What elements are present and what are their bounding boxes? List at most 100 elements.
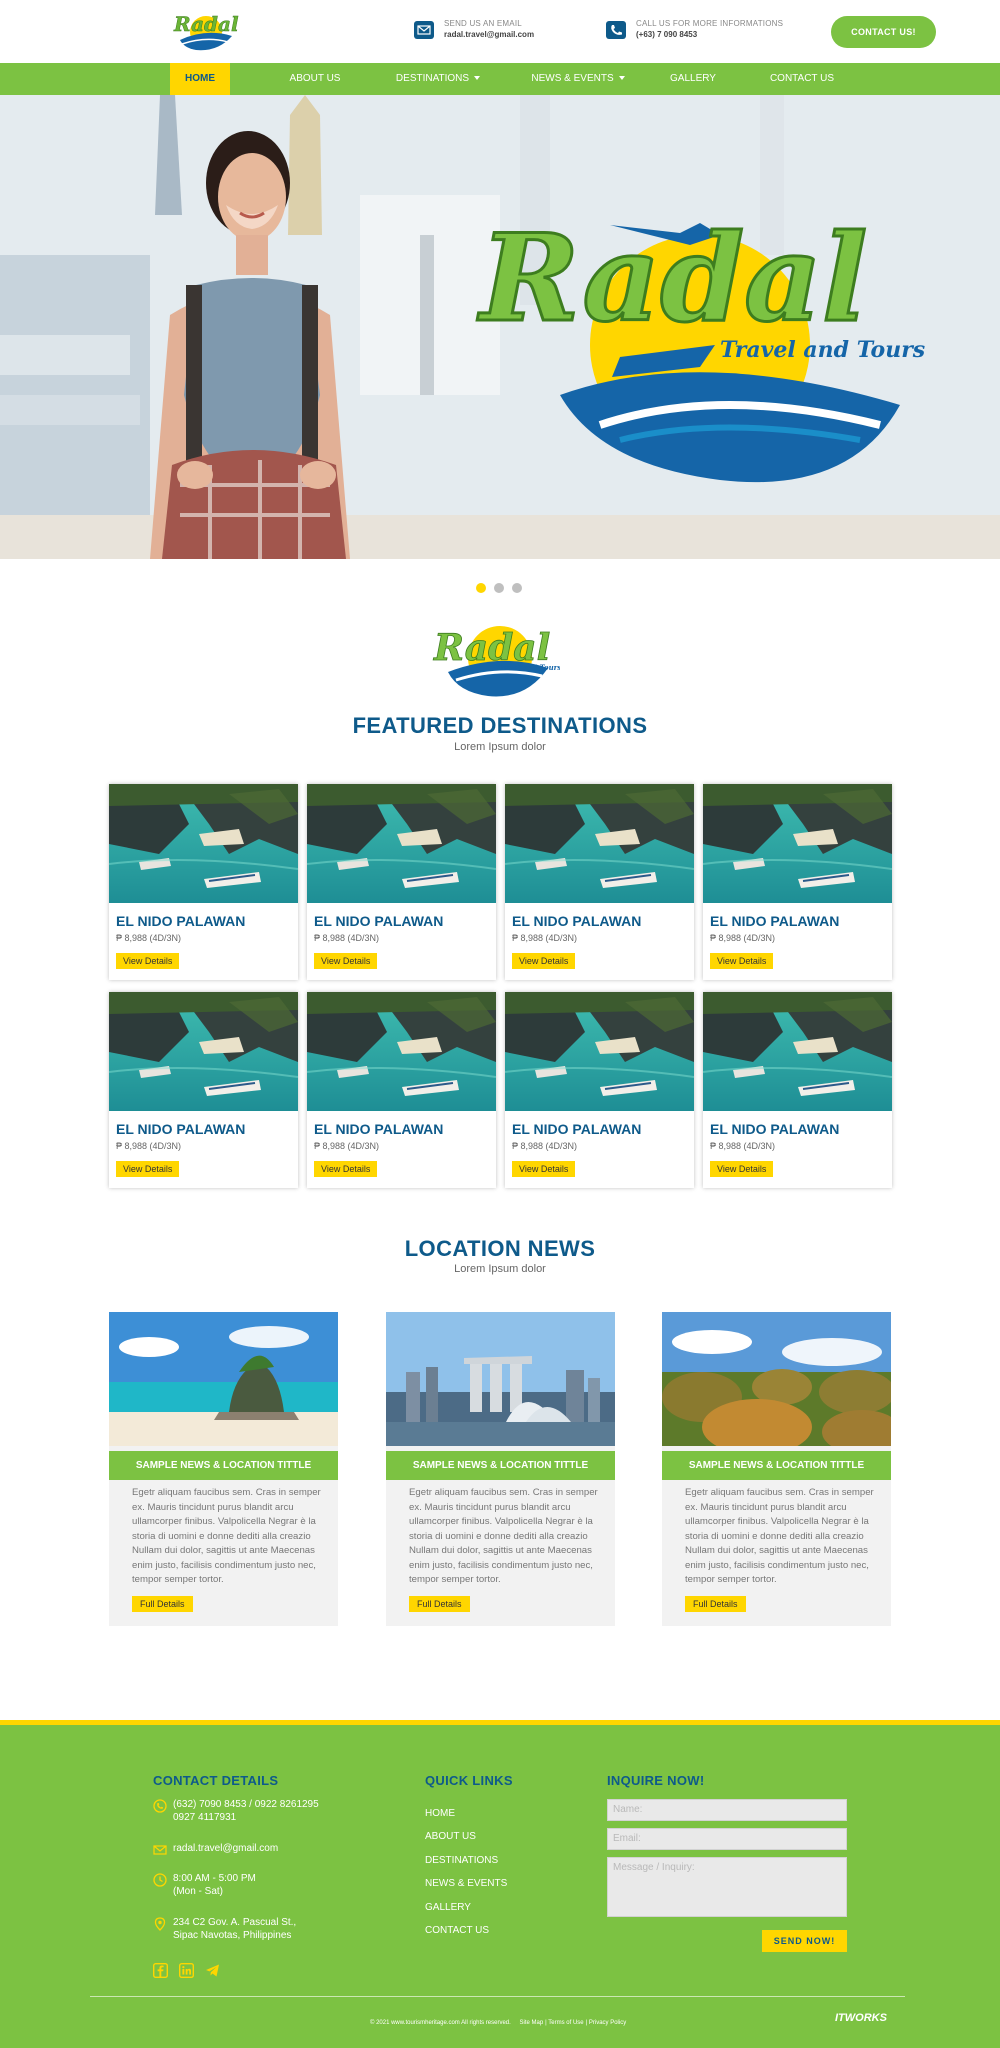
destination-card[interactable]: EL NIDO PALAWAN ₱ 8,988 (4D/3N) View Det… xyxy=(109,992,298,1188)
contact-us-button[interactable]: CONTACT US! xyxy=(831,16,936,48)
email-value[interactable]: radal.travel@gmail.com xyxy=(444,29,534,41)
destination-image xyxy=(109,784,298,903)
footer-email: radal.travel@gmail.com xyxy=(153,1842,278,1857)
address-line-2: Sipac Navotas, Philippines xyxy=(173,1930,292,1941)
contact-details-heading: CONTACT DETAILS xyxy=(153,1773,279,1788)
main-nav: HOME ABOUT US DESTINATIONS NEWS & EVENTS… xyxy=(0,63,1000,95)
footer-link-destinations[interactable]: DESTINATIONS xyxy=(425,1855,498,1866)
destination-card[interactable]: EL NIDO PALAWAN ₱ 8,988 (4D/3N) View Det… xyxy=(505,992,694,1188)
destination-image xyxy=(307,992,496,1111)
inquire-heading: INQUIRE NOW! xyxy=(607,1773,705,1788)
footer-link-home[interactable]: HOME xyxy=(425,1808,455,1819)
destination-price: ₱ 8,988 (4D/3N) xyxy=(710,933,776,943)
hero-slider[interactable]: Radal Travel and Tours xyxy=(0,95,1000,559)
footer-link-news-events[interactable]: NEWS & EVENTS xyxy=(425,1878,507,1889)
featured-title: FEATURED DESTINATIONS xyxy=(352,713,648,738)
footer-link-gallery[interactable]: GALLERY xyxy=(425,1902,471,1913)
footer-email-value[interactable]: radal.travel@gmail.com xyxy=(173,1842,278,1855)
email-contact[interactable]: SEND US AN EMAIL radal.travel@gmail.com xyxy=(414,18,534,41)
phone-value[interactable]: (+63) 7 090 8453 xyxy=(636,29,783,41)
email-label: SEND US AN EMAIL xyxy=(444,19,522,28)
news-card[interactable]: SAMPLE NEWS & LOCATION TITTLE Egetr aliq… xyxy=(386,1312,615,1626)
news-card-title[interactable]: SAMPLE NEWS & LOCATION TITTLE xyxy=(662,1451,891,1480)
view-details-button[interactable]: View Details xyxy=(314,953,378,969)
message-field[interactable]: Message / Inquiry: xyxy=(607,1857,847,1917)
nav-news-events-label: NEWS & EVENTS xyxy=(531,73,614,84)
footer-link-contact-us[interactable]: CONTACT US xyxy=(425,1925,489,1936)
name-field[interactable]: Name: xyxy=(607,1799,847,1821)
developer-logo[interactable]: ITWORKS xyxy=(835,2012,887,2024)
mail-icon xyxy=(153,1845,167,1855)
site-map-link[interactable]: Site Map xyxy=(519,2020,543,2026)
phone-icon xyxy=(153,1799,167,1813)
phone-contact[interactable]: CALL US FOR MORE INFORMATIONS (+63) 7 09… xyxy=(606,18,783,41)
footer-hours: 8:00 AM - 5:00 PM (Mon - Sat) xyxy=(153,1872,256,1898)
telegram-icon[interactable] xyxy=(205,1963,220,1978)
destination-card[interactable]: EL NIDO PALAWAN ₱ 8,988 (4D/3N) View Det… xyxy=(307,992,496,1188)
nav-home[interactable]: HOME xyxy=(170,63,230,95)
view-details-button[interactable]: View Details xyxy=(710,953,774,969)
destination-card[interactable]: EL NIDO PALAWAN ₱ 8,988 (4D/3N) View Det… xyxy=(703,992,892,1188)
slider-dot[interactable] xyxy=(494,583,504,593)
news-image xyxy=(109,1312,338,1446)
full-details-button[interactable]: Full Details xyxy=(132,1596,193,1612)
destination-title: EL NIDO PALAWAN xyxy=(116,913,246,929)
destination-image xyxy=(703,992,892,1111)
news-card-title[interactable]: SAMPLE NEWS & LOCATION TITTLE xyxy=(109,1451,338,1480)
destination-image xyxy=(505,992,694,1111)
quick-links-heading: QUICK LINKS xyxy=(425,1773,513,1788)
phone-line-2[interactable]: 0927 4117931 xyxy=(173,1811,319,1824)
destination-card[interactable]: EL NIDO PALAWAN ₱ 8,988 (4D/3N) View Det… xyxy=(109,784,298,980)
news-image xyxy=(662,1312,891,1446)
destination-price: ₱ 8,988 (4D/3N) xyxy=(116,933,182,943)
facebook-icon[interactable] xyxy=(153,1963,168,1978)
view-details-button[interactable]: View Details xyxy=(512,1161,576,1177)
privacy-policy-link[interactable]: Privacy Policy xyxy=(589,2020,626,2026)
view-details-button[interactable]: View Details xyxy=(116,1161,180,1177)
footer-divider xyxy=(90,1996,905,1997)
phone-line-1[interactable]: (632) 7090 8453 / 0922 8261295 xyxy=(173,1798,319,1811)
radal-logo[interactable]: Radal xyxy=(166,6,242,58)
view-details-button[interactable]: View Details xyxy=(512,953,576,969)
destination-image xyxy=(703,784,892,903)
view-details-button[interactable]: View Details xyxy=(314,1161,378,1177)
destination-title: EL NIDO PALAWAN xyxy=(710,1121,840,1137)
destination-title: EL NIDO PALAWAN xyxy=(710,913,840,929)
svg-text:Travel and Tours: Travel and Tours xyxy=(496,663,560,672)
destination-price: ₱ 8,988 (4D/3N) xyxy=(314,1141,380,1151)
destination-card[interactable]: EL NIDO PALAWAN ₱ 8,988 (4D/3N) View Det… xyxy=(307,784,496,980)
footer-phone: (632) 7090 8453 / 0922 8261295 0927 41179… xyxy=(153,1798,319,1824)
nav-about-us[interactable]: ABOUT US xyxy=(280,63,350,95)
terms-of-use-link[interactable]: Terms of Use xyxy=(548,2020,583,2026)
news-image xyxy=(386,1312,615,1446)
destination-title: EL NIDO PALAWAN xyxy=(512,1121,642,1137)
destination-price: ₱ 8,988 (4D/3N) xyxy=(512,1141,578,1151)
nav-gallery[interactable]: GALLERY xyxy=(658,63,728,95)
view-details-button[interactable]: View Details xyxy=(710,1161,774,1177)
news-card-text: Egetr aliquam faucibus sem. Cras in semp… xyxy=(409,1487,598,1585)
footer-link-about-us[interactable]: ABOUT US xyxy=(425,1831,476,1842)
slider-dot[interactable] xyxy=(512,583,522,593)
send-now-button[interactable]: SEND NOW! xyxy=(762,1930,847,1952)
nav-news-events[interactable]: NEWS & EVENTS xyxy=(528,63,628,95)
full-details-button[interactable]: Full Details xyxy=(409,1596,470,1612)
news-card-title[interactable]: SAMPLE NEWS & LOCATION TITTLE xyxy=(386,1451,615,1480)
full-details-button[interactable]: Full Details xyxy=(685,1596,746,1612)
chevron-down-icon xyxy=(474,76,481,81)
linkedin-icon[interactable] xyxy=(179,1963,194,1978)
destination-card[interactable]: EL NIDO PALAWAN ₱ 8,988 (4D/3N) View Det… xyxy=(703,784,892,980)
svg-text:Travel and Tours: Travel and Tours xyxy=(720,337,925,363)
news-card[interactable]: SAMPLE NEWS & LOCATION TITTLE Egetr aliq… xyxy=(109,1312,338,1626)
news-card[interactable]: SAMPLE NEWS & LOCATION TITTLE Egetr aliq… xyxy=(662,1312,891,1626)
destination-price: ₱ 8,988 (4D/3N) xyxy=(116,1141,182,1151)
email-field[interactable]: Email: xyxy=(607,1828,847,1850)
destination-title: EL NIDO PALAWAN xyxy=(314,1121,444,1137)
view-details-button[interactable]: View Details xyxy=(116,953,180,969)
nav-destinations[interactable]: DESTINATIONS xyxy=(388,63,488,95)
radal-logo-center: Radal Travel and Tours xyxy=(433,626,560,697)
featured-subtitle: Lorem Ipsum dolor xyxy=(454,741,546,753)
nav-contact-us[interactable]: CONTACT US xyxy=(760,63,844,95)
slider-dot[interactable] xyxy=(476,583,486,593)
destination-price: ₱ 8,988 (4D/3N) xyxy=(314,933,380,943)
destination-card[interactable]: EL NIDO PALAWAN ₱ 8,988 (4D/3N) View Det… xyxy=(505,784,694,980)
